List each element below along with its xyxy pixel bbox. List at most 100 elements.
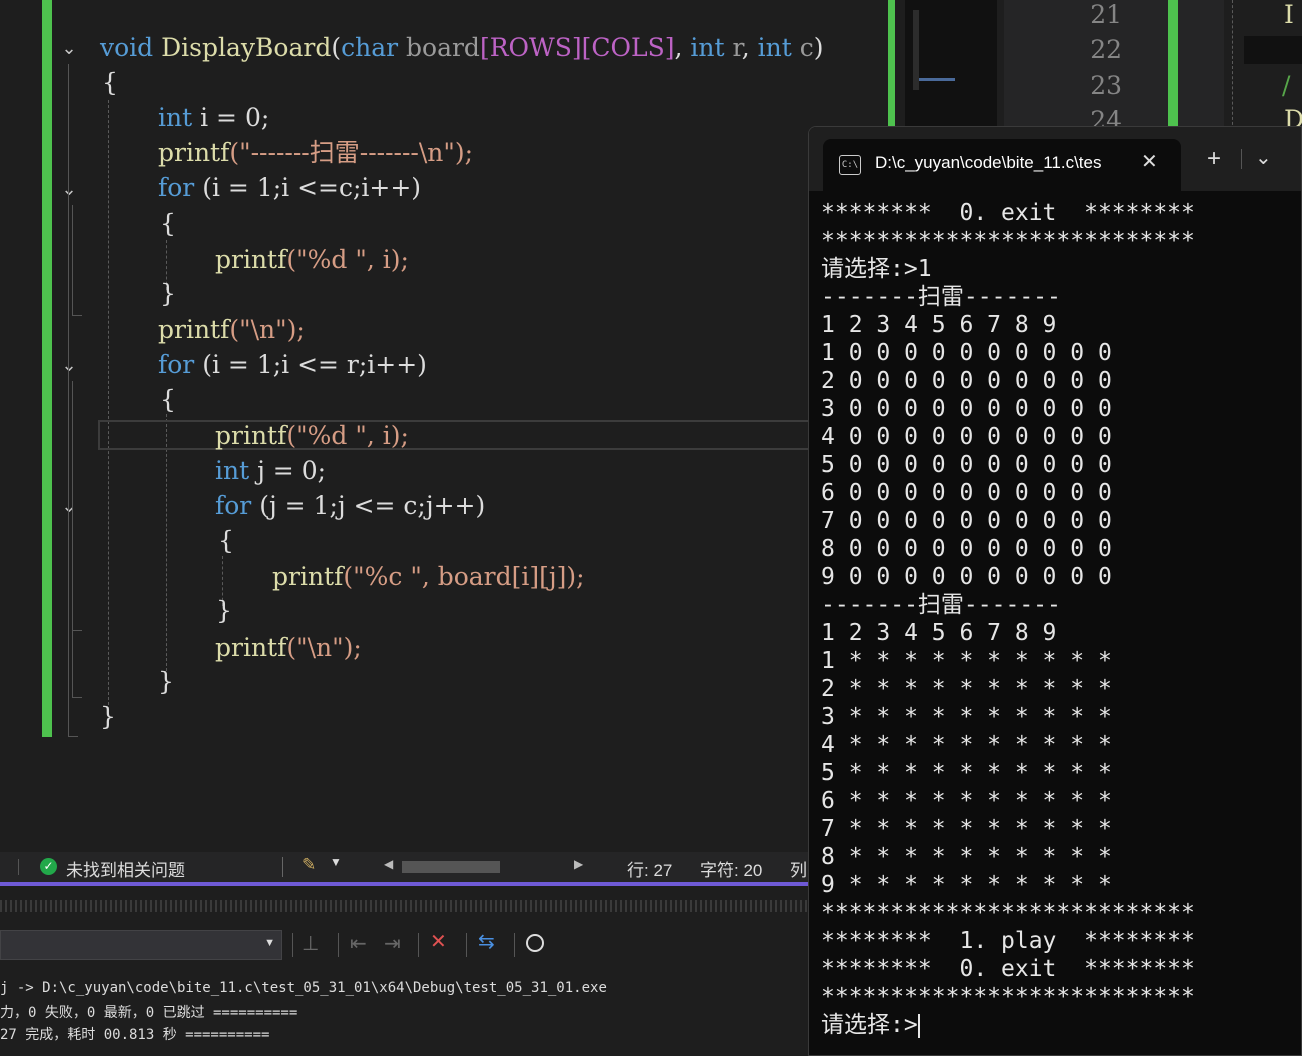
keyword: int [690, 33, 725, 62]
code-line[interactable]: { [160, 207, 176, 241]
chevron-down-icon[interactable]: ⌄ [1255, 145, 1272, 170]
code-text: j = 0; [249, 456, 327, 485]
goto-error-icon[interactable]: ⊥ [302, 931, 319, 956]
keyword: for [215, 491, 252, 520]
output-source-select[interactable]: ▼ [0, 930, 282, 960]
keyword: for [158, 173, 195, 202]
scroll-right-icon[interactable]: ▶ [574, 857, 583, 871]
minimap-preview[interactable] [905, 0, 997, 130]
word-wrap-icon[interactable]: ⇆ [478, 929, 495, 954]
terminal-line: *************************** [821, 228, 1195, 254]
change-indicator-bar [888, 0, 895, 130]
fold-guide-end [72, 315, 82, 316]
code-line-signature[interactable]: void DisplayBoard(char board[ROWS][COLS]… [100, 31, 823, 65]
terminal-line: 请选择:>1 [821, 256, 932, 282]
code-line[interactable]: printf("\n"); [215, 631, 362, 665]
check-circle-icon: ✓ [40, 858, 57, 875]
code-line[interactable]: int i = 0; [158, 101, 269, 135]
terminal-line: *************************** [821, 900, 1195, 926]
panel-grip[interactable] [0, 900, 810, 912]
line-number: 22 [1090, 35, 1122, 64]
code-line[interactable]: { [218, 524, 234, 558]
code-line[interactable]: printf("-------扫雷-------\n"); [158, 136, 473, 170]
param: r [732, 33, 742, 62]
keyword: int [215, 456, 250, 485]
code-editor[interactable]: ⌄ ⌄ ⌄ ⌄ void DisplayBoard(char board[ROW… [0, 0, 890, 852]
terminal-line: 1 2 3 4 5 6 7 8 9 [821, 620, 1057, 646]
split-code-area[interactable]: I / D [1224, 0, 1302, 134]
function-name: printf [215, 633, 287, 662]
terminal-window[interactable]: C:\ D:\c_yuyan\code\bite_11.c\tes ✕ + ⌄ … [808, 126, 1302, 1056]
string-literal: ("%c ", board[i][j]); [343, 562, 585, 591]
code-text: i = 0; [192, 103, 270, 132]
close-icon[interactable]: ✕ [1141, 149, 1158, 174]
col-indicator[interactable]: 列 [790, 856, 807, 881]
code-line[interactable]: int j = 0; [215, 454, 326, 488]
function-name: printf [158, 315, 230, 344]
clear-all-icon[interactable]: ✕ [430, 929, 447, 954]
terminal-output[interactable]: ******** 0. exit ******** ***************… [821, 199, 1301, 1039]
code-line[interactable]: { [160, 383, 176, 417]
param: board [406, 33, 480, 62]
output-log: j -> D:\c_yuyan\code\bite_11.c\test_05_3… [0, 980, 810, 1056]
chevron-down-icon[interactable]: ▼ [330, 855, 342, 869]
keyword: int [757, 33, 792, 62]
scroll-left-icon[interactable]: ◀ [384, 857, 393, 871]
chevron-down-icon[interactable]: ▼ [264, 937, 275, 949]
horizontal-scrollbar-thumb[interactable] [402, 861, 500, 873]
string-literal: ("%d ", i); [286, 245, 409, 274]
function-name: printf [215, 421, 287, 450]
string-literal: ("\n"); [229, 315, 305, 344]
current-line-highlight [98, 420, 818, 450]
line-number: 23 [1090, 71, 1122, 100]
function-name: printf [215, 245, 287, 274]
code-line[interactable]: } [216, 594, 232, 628]
terminal-line: 6 * * * * * * * * * * [821, 788, 1112, 814]
code-line[interactable]: { [102, 66, 118, 100]
clock-icon[interactable] [526, 934, 544, 952]
code-text: (i = 1;i <= r;i++) [194, 350, 427, 379]
code-line[interactable]: } [158, 665, 174, 699]
function-name: DisplayBoard [161, 33, 332, 62]
terminal-icon: C:\ [839, 155, 861, 175]
terminal-line: 1 * * * * * * * * * * [821, 648, 1112, 674]
terminal-line: 5 * * * * * * * * * * [821, 760, 1112, 786]
code-line-current[interactable]: printf("%d ", i); [215, 419, 409, 453]
line-indicator[interactable]: 行: 27 [627, 856, 672, 881]
chevron-down-icon[interactable]: ⌄ [58, 496, 80, 518]
code-line[interactable]: printf("%c ", board[i][j]); [272, 560, 585, 594]
terminal-line: 1 2 3 4 5 6 7 8 9 [821, 312, 1057, 338]
output-line: 力，0 失败，0 最新，0 已跳过 ========== [0, 1005, 298, 1021]
code-line[interactable]: printf("\n"); [158, 313, 305, 347]
line-number: 21 [1090, 0, 1122, 29]
terminal-line: 3 * * * * * * * * * * [821, 704, 1112, 730]
code-line[interactable]: printf("%d ", i); [215, 243, 409, 277]
code-line[interactable]: for (j = 1;j <= c;j++) [215, 489, 485, 523]
keyword: void [100, 33, 154, 62]
broom-icon[interactable]: ✎ [302, 855, 316, 875]
output-toolbar: ▼ ⊥ ⇤ ⇥ ✕ ⇆ [0, 925, 810, 965]
code-fragment: / [1282, 71, 1291, 100]
next-message-icon[interactable]: ⇥ [384, 931, 401, 956]
terminal-line: 4 * * * * * * * * * * [821, 732, 1112, 758]
code-line[interactable]: } [100, 700, 116, 734]
terminal-line: 3 0 0 0 0 0 0 0 0 0 0 [821, 396, 1112, 422]
chevron-down-icon[interactable]: ⌄ [58, 38, 80, 60]
terminal-tab[interactable]: C:\ D:\c_yuyan\code\bite_11.c\tes ✕ [823, 139, 1181, 191]
code-line[interactable]: for (i = 1;i <=c;i++) [158, 171, 421, 205]
code-line[interactable]: } [160, 277, 176, 311]
punct: ) [813, 33, 824, 62]
code-fragment: I [1284, 0, 1294, 29]
keyword: char [341, 33, 399, 62]
change-indicator-bar [1168, 0, 1178, 130]
char-indicator[interactable]: 字符: 20 [700, 856, 762, 881]
plus-icon[interactable]: + [1207, 147, 1221, 171]
chevron-down-icon[interactable]: ⌄ [58, 179, 80, 201]
code-line[interactable]: for (i = 1;i <= r;i++) [158, 348, 427, 382]
terminal-line: 8 * * * * * * * * * * [821, 844, 1112, 870]
issues-status[interactable]: 未找到相关问题 [66, 856, 185, 881]
terminal-line: 4 0 0 0 0 0 0 0 0 0 0 [821, 424, 1112, 450]
fold-guide [68, 64, 69, 736]
previous-message-icon[interactable]: ⇤ [350, 931, 367, 956]
chevron-down-icon[interactable]: ⌄ [58, 355, 80, 377]
